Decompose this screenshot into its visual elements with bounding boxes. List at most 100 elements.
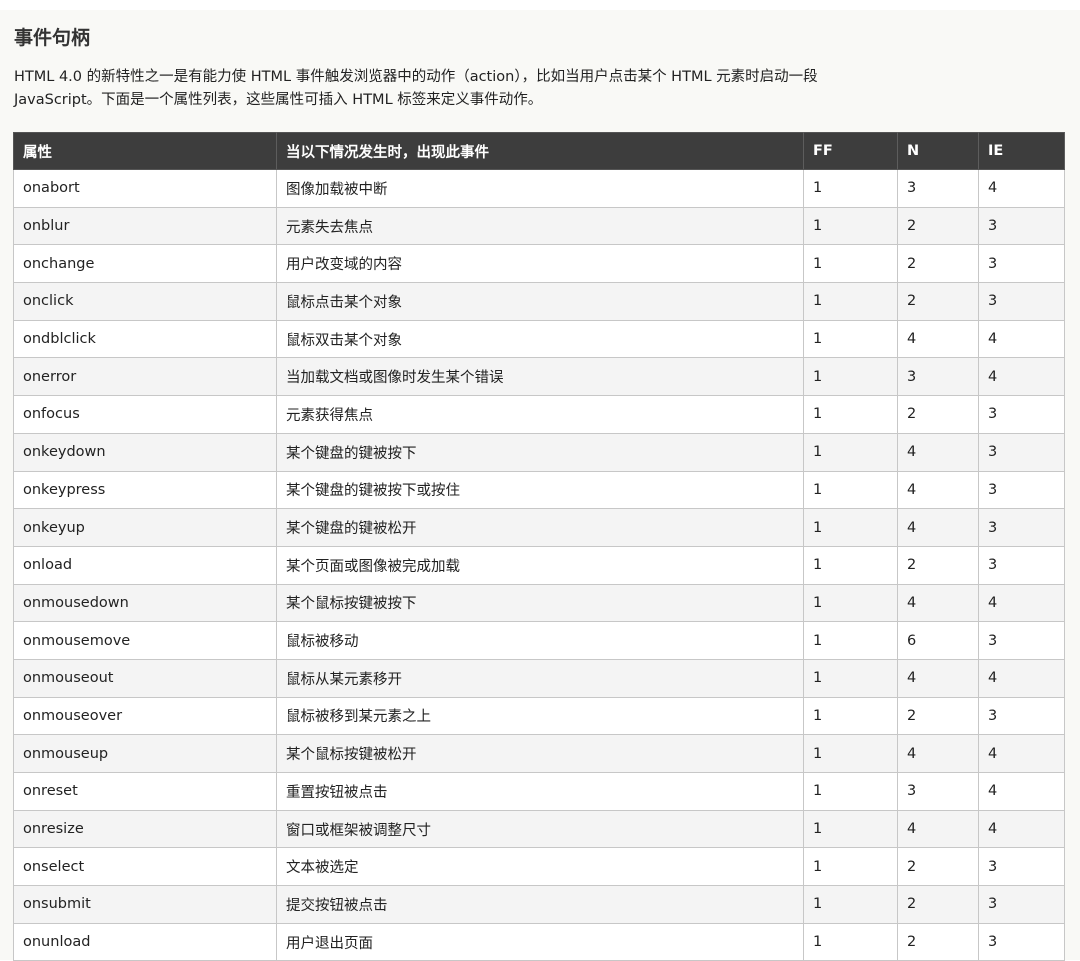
description-cell: 用户改变域的内容 [276, 244, 804, 284]
description-cell: 重置按钮被点击 [276, 772, 804, 811]
intro-paragraph: HTML 4.0 的新特性之一是有能力使 HTML 事件触发浏览器中的动作（ac… [14, 69, 818, 108]
attribute-cell: onunload [13, 922, 277, 961]
ff-cell: 1 [803, 319, 898, 359]
table-row: onfocus 元素获得焦点 1 2 3 [13, 395, 1065, 434]
n-cell: 2 [897, 885, 979, 924]
description-cell: 文本被选定 [276, 847, 804, 887]
ie-cell: 4 [978, 809, 1065, 849]
ie-cell: 3 [978, 545, 1065, 585]
description-cell: 元素失去焦点 [276, 206, 804, 246]
ff-cell: 1 [803, 847, 898, 887]
n-cell: 2 [897, 696, 979, 736]
n-cell: 4 [897, 470, 979, 510]
ie-cell: 4 [978, 319, 1065, 359]
attribute-cell: onmouseup [13, 734, 277, 773]
attribute-cell: onsubmit [13, 885, 277, 924]
description-cell: 鼠标点击某个对象 [276, 282, 804, 321]
n-cell: 3 [897, 169, 979, 208]
ie-cell: 3 [978, 621, 1065, 660]
ie-cell: 3 [978, 282, 1065, 321]
table-row: onchange 用户改变域的内容 1 2 3 [13, 244, 1065, 284]
table-row: onabort 图像加载被中断 1 3 4 [13, 169, 1065, 208]
description-cell: 某个键盘的键被按下 [276, 432, 804, 472]
table-row: onkeydown 某个键盘的键被按下 1 4 3 [13, 432, 1065, 472]
header-description: 当以下情况发生时，出现此事件 [276, 132, 804, 170]
ie-cell: 3 [978, 696, 1065, 736]
n-cell: 2 [897, 206, 979, 246]
attribute-cell: ondblclick [13, 319, 277, 359]
description-cell: 提交按钮被点击 [276, 885, 804, 924]
ff-cell: 1 [803, 885, 898, 924]
table-row: onmouseup 某个鼠标按键被松开 1 4 4 [13, 734, 1065, 773]
description-cell: 用户退出页面 [276, 922, 804, 961]
description-cell: 鼠标被移到某元素之上 [276, 696, 804, 736]
description-cell: 某个鼠标按键被松开 [276, 734, 804, 773]
attribute-cell: onmousedown [13, 583, 277, 623]
attribute-cell: onchange [13, 244, 277, 284]
attribute-cell: onkeyup [13, 508, 277, 547]
header-attribute: 属性 [13, 132, 277, 170]
attribute-cell: onabort [13, 169, 277, 208]
n-cell: 4 [897, 432, 979, 472]
top-strip [0, 0, 1080, 10]
n-cell: 4 [897, 734, 979, 773]
ff-cell: 1 [803, 508, 898, 547]
attribute-cell: onselect [13, 847, 277, 887]
ie-cell: 4 [978, 658, 1065, 698]
description-cell: 某个键盘的键被松开 [276, 508, 804, 547]
table-body: onabort 图像加载被中断 1 3 4 onblur 元素失去焦点 1 2 3 onchange… [13, 169, 1065, 961]
n-cell: 2 [897, 282, 979, 321]
table-row: onresize 窗口或框架被调整尺寸 1 4 4 [13, 809, 1065, 849]
table-row: onselect 文本被选定 1 2 3 [13, 847, 1065, 887]
ff-cell: 1 [803, 734, 898, 773]
section-title: 事件句柄 [14, 27, 91, 49]
ie-cell: 3 [978, 885, 1065, 924]
attribute-cell: onclick [13, 282, 277, 321]
ff-cell: 1 [803, 922, 898, 961]
table-header-row: 属性 当以下情况发生时，出现此事件 FF N IE [13, 132, 1065, 170]
header-n: N [897, 132, 979, 170]
ie-cell: 4 [978, 583, 1065, 623]
attribute-cell: onmouseover [13, 696, 277, 736]
table-row: onmousedown 某个鼠标按键被按下 1 4 4 [13, 583, 1065, 623]
description-cell: 窗口或框架被调整尺寸 [276, 809, 804, 849]
header-ie: IE [978, 132, 1065, 170]
ff-cell: 1 [803, 545, 898, 585]
table-row: onsubmit 提交按钮被点击 1 2 3 [13, 885, 1065, 924]
table-row: onload 某个页面或图像被完成加载 1 2 3 [13, 545, 1065, 585]
ff-cell: 1 [803, 809, 898, 849]
ie-cell: 4 [978, 357, 1065, 397]
description-cell: 某个鼠标按键被按下 [276, 583, 804, 623]
table-row: onkeypress 某个键盘的键被按下或按住 1 4 3 [13, 470, 1065, 510]
ff-cell: 1 [803, 583, 898, 623]
table-row: onmousemove 鼠标被移动 1 6 3 [13, 621, 1065, 660]
description-cell: 某个键盘的键被按下或按住 [276, 470, 804, 510]
article-content: 事件句柄 HTML 4.0 的新特性之一是有能力使 HTML 事件触发浏览器中的… [0, 10, 1080, 961]
ff-cell: 1 [803, 621, 898, 660]
n-cell: 2 [897, 545, 979, 585]
table-row: onerror 当加载文档或图像时发生某个错误 1 3 4 [13, 357, 1065, 397]
ie-cell: 3 [978, 395, 1065, 434]
ie-cell: 3 [978, 244, 1065, 284]
table-row: onreset 重置按钮被点击 1 3 4 [13, 772, 1065, 811]
ff-cell: 1 [803, 696, 898, 736]
description-cell: 当加载文档或图像时发生某个错误 [276, 357, 804, 397]
table-row: ondblclick 鼠标双击某个对象 1 4 4 [13, 319, 1065, 359]
attribute-cell: onfocus [13, 395, 277, 434]
n-cell: 3 [897, 772, 979, 811]
ff-cell: 1 [803, 395, 898, 434]
description-cell: 鼠标从某元素移开 [276, 658, 804, 698]
ie-cell: 4 [978, 734, 1065, 773]
attribute-cell: onload [13, 545, 277, 585]
ff-cell: 1 [803, 169, 898, 208]
table-row: onmouseout 鼠标从某元素移开 1 4 4 [13, 658, 1065, 698]
attribute-cell: onerror [13, 357, 277, 397]
n-cell: 3 [897, 357, 979, 397]
ie-cell: 3 [978, 206, 1065, 246]
n-cell: 4 [897, 583, 979, 623]
ff-cell: 1 [803, 470, 898, 510]
ie-cell: 4 [978, 772, 1065, 811]
attribute-cell: onmousemove [13, 621, 277, 660]
n-cell: 2 [897, 395, 979, 434]
n-cell: 2 [897, 847, 979, 887]
